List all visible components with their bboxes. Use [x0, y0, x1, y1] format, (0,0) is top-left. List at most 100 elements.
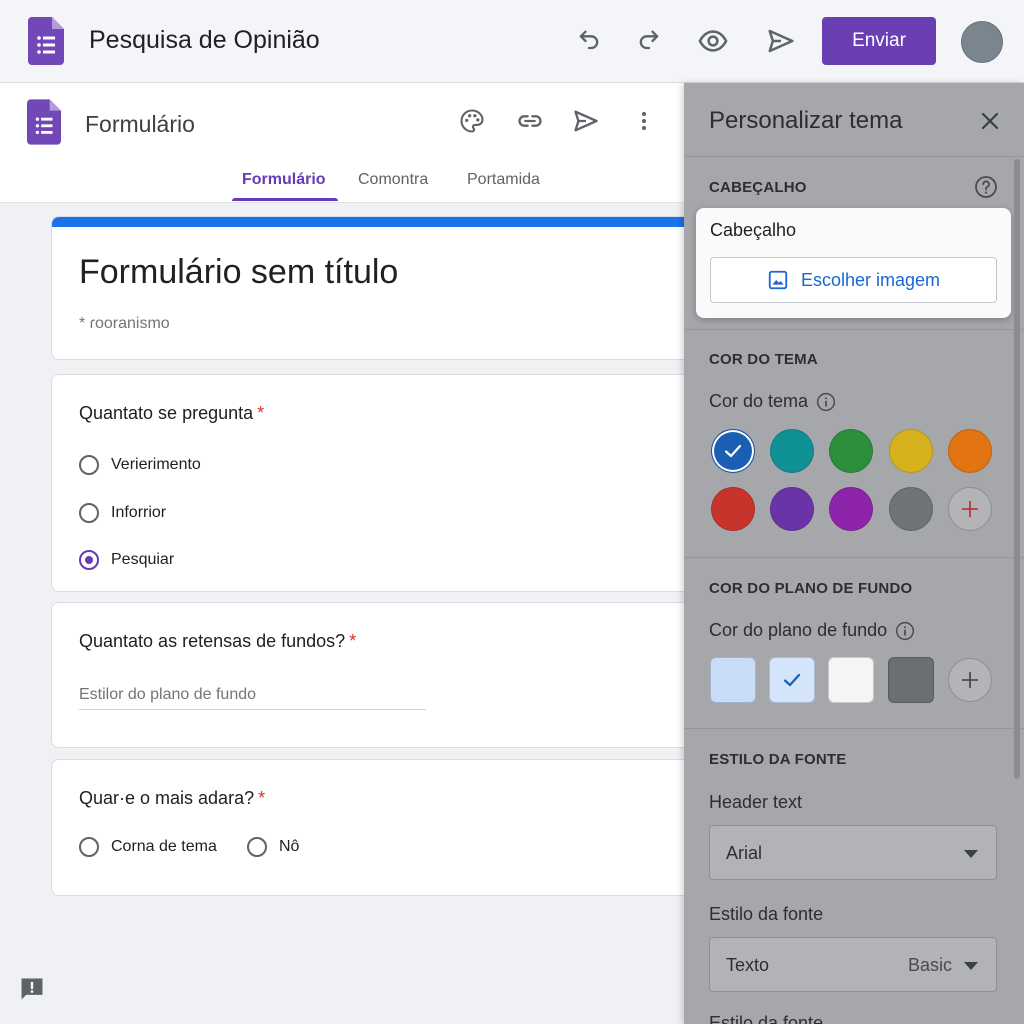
document-title[interactable]: Pesquisa de Opinião — [89, 26, 320, 55]
header-image-popup: Cabeçalho Escolher imagem — [696, 208, 1011, 318]
send-icon — [574, 110, 598, 132]
question-card-1[interactable]: Quantato se pregunta * Verierimento Infor… — [51, 374, 711, 592]
required-mark: * — [257, 403, 265, 423]
check-icon — [724, 444, 742, 458]
palette-icon — [460, 109, 484, 133]
radio-option-pesquiar[interactable]: Pesquiar — [79, 547, 174, 573]
theme-color-swatch[interactable] — [711, 487, 755, 531]
send-icon-button[interactable] — [762, 22, 800, 60]
panel-title: Personalizar tema — [709, 107, 903, 134]
tab-comontra[interactable]: Comontra — [358, 171, 428, 189]
question-title: Quantato as retensas de fundos? * — [79, 631, 357, 651]
background-color-swatch[interactable] — [769, 657, 815, 703]
undo-button[interactable] — [570, 22, 608, 60]
theme-color-swatch[interactable] — [948, 429, 992, 473]
check-icon — [783, 673, 801, 687]
feedback-button[interactable] — [18, 975, 46, 1003]
radio-button[interactable] — [79, 503, 99, 523]
radio-option-corna-de-tema[interactable]: Corna de tema — [79, 834, 217, 860]
header-text-label: Header text — [709, 792, 803, 812]
send-icon — [768, 29, 794, 53]
radio-option-inforrior[interactable]: Inforrior — [79, 500, 166, 526]
short-answer-input[interactable] — [79, 681, 426, 710]
section-header-label: CABEÇALHO — [709, 179, 807, 196]
avatar[interactable] — [961, 21, 1003, 63]
theme-color-swatch[interactable] — [889, 487, 933, 531]
forms-app-icon[interactable] — [28, 17, 64, 65]
section-background-color-label: COR DO PLANO DE FUNDO — [709, 580, 913, 597]
question-card-3[interactable]: Quar·e o mais adara? * Corna de tema Nô — [51, 759, 711, 896]
theme-color-swatch[interactable] — [829, 487, 873, 531]
theme-color-swatch[interactable] — [770, 429, 814, 473]
radio-button[interactable] — [247, 837, 267, 857]
forms-app-icon[interactable] — [27, 99, 61, 145]
header-popup-label: Cabeçalho — [710, 220, 797, 240]
radio-button[interactable] — [79, 455, 99, 475]
question-card-2[interactable]: Quantato as retensas de fundos? * — [51, 602, 711, 748]
feedback-icon — [21, 978, 43, 1000]
form-title[interactable]: Formulário sem título — [79, 253, 398, 292]
top-app-bar: Pesquisa de Opinião Enviar — [0, 0, 1024, 83]
header-font-select[interactable]: Arial — [709, 825, 997, 880]
background-color-label: Cor do plano de fundo — [709, 620, 915, 641]
option-label: Pesquiar — [111, 551, 175, 568]
plus-icon — [961, 671, 979, 689]
question-title: Quantato se pregunta * — [79, 403, 265, 423]
add-theme-color-button[interactable] — [948, 487, 992, 531]
form-description[interactable]: * ɾooranismo — [79, 315, 170, 333]
dropdown-arrow-icon — [964, 962, 978, 970]
customize-theme-panel: Personalizar tema CABEÇALHO Cabeçalho Es… — [684, 83, 1024, 1024]
copy-link-button[interactable] — [512, 103, 548, 139]
panel-scrollbar[interactable] — [1014, 159, 1020, 779]
theme-color-label: Cor do tema — [709, 391, 836, 412]
tab-formulario[interactable]: Formulário — [242, 171, 326, 189]
send-form-button[interactable] — [568, 103, 604, 139]
background-color-swatch[interactable] — [888, 657, 934, 703]
font-style-label-cut: Estilo da fonte — [709, 1013, 824, 1024]
help-icon[interactable] — [974, 175, 998, 199]
theme-accent-bar — [52, 217, 710, 227]
more-vert-icon — [642, 112, 646, 130]
theme-color-swatch[interactable] — [770, 487, 814, 531]
link-icon — [518, 115, 542, 127]
tab-portamida[interactable]: Portamida — [467, 171, 540, 189]
divider — [684, 156, 1024, 157]
send-button[interactable]: Enviar — [822, 17, 936, 65]
radio-option-no[interactable]: Nô — [247, 834, 299, 860]
background-color-swatch[interactable] — [828, 657, 874, 703]
text-font-value: Basic — [907, 955, 952, 975]
redo-button[interactable] — [630, 22, 668, 60]
more-options-button[interactable] — [626, 103, 662, 139]
option-label: Verierimento — [111, 456, 201, 473]
theme-color-swatch[interactable] — [711, 429, 755, 473]
divider — [684, 329, 1024, 330]
close-icon — [981, 112, 999, 130]
close-panel-button[interactable] — [974, 105, 1006, 137]
customize-theme-button[interactable] — [454, 103, 490, 139]
font-style-label: Estilo da fonte — [709, 904, 824, 924]
plus-icon — [961, 500, 979, 518]
theme-color-swatch[interactable] — [889, 429, 933, 473]
required-mark: * — [258, 788, 266, 808]
add-background-color-button[interactable] — [948, 658, 992, 702]
active-tab-indicator — [232, 198, 338, 201]
background-color-swatch[interactable] — [710, 657, 756, 703]
radio-button-selected[interactable] — [79, 550, 99, 570]
info-icon — [816, 392, 836, 411]
radio-option-verierimento[interactable]: Verierimento — [79, 452, 201, 478]
preview-button[interactable] — [694, 22, 732, 60]
radio-button[interactable] — [79, 837, 99, 857]
option-label: Inforrior — [111, 504, 167, 521]
choose-image-label: Escolher imagem — [800, 269, 941, 290]
section-font-style-label: ESTILO DA FONTE — [709, 751, 847, 768]
eye-icon — [698, 30, 728, 52]
dropdown-arrow-icon — [964, 850, 978, 858]
form-name: Formulário — [85, 111, 195, 137]
text-font-select[interactable]: Texto Basic — [709, 937, 997, 992]
section-theme-color-label: COR DO TEMA — [709, 351, 818, 368]
choose-image-button[interactable]: Escolher imagem — [710, 257, 997, 303]
theme-color-swatch[interactable] — [829, 429, 873, 473]
option-label: Corna de tema — [111, 838, 217, 855]
image-icon — [768, 270, 788, 290]
form-title-card[interactable]: Formulário sem título * ɾooranismo — [51, 216, 711, 360]
